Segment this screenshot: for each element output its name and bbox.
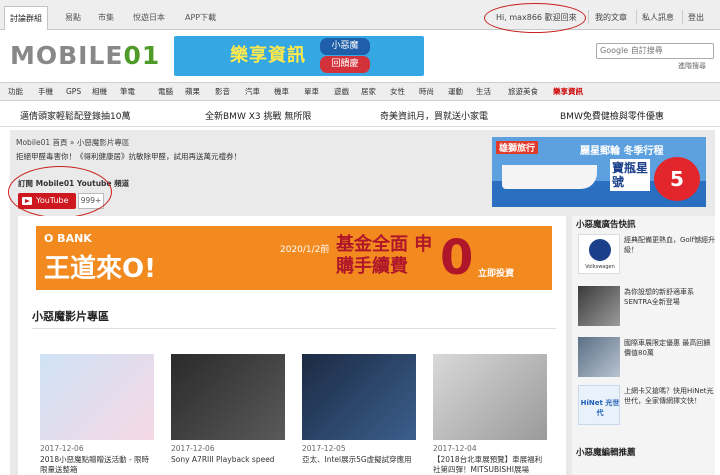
- nav-item[interactable]: 汽車: [245, 83, 260, 101]
- logout-link[interactable]: 登出: [688, 8, 704, 28]
- sidebar-ad-item[interactable]: 為你設想的新舒適車系SENTRA全新登場: [578, 286, 714, 326]
- video-date: 2017-12-04: [433, 444, 477, 453]
- nav-item[interactable]: 功能: [8, 83, 23, 101]
- logo-text: MOBILE: [10, 41, 124, 70]
- nav-item[interactable]: 影音: [215, 83, 230, 101]
- video-date: 2017-12-06: [171, 444, 215, 453]
- separator: [682, 10, 683, 24]
- nav-item-highlight[interactable]: 樂享資訊: [553, 83, 583, 101]
- bank-headline: 基金全面 申購手續費: [336, 234, 433, 277]
- section-title: 小惡魔影片專區: [32, 310, 109, 323]
- nav-item[interactable]: 手機: [38, 83, 53, 101]
- sidebar-ad-text[interactable]: 經典配備更熱血，Golf憾經升級！: [624, 235, 716, 255]
- hinet-logo-icon: HiNet 光世代: [578, 385, 620, 425]
- banner-title: 樂享資訊: [230, 45, 306, 66]
- tab-forum[interactable]: 討論群組: [4, 6, 48, 30]
- annotation-circle-youtube: [8, 166, 112, 218]
- banner-badge-2: 回饋慶: [320, 56, 370, 73]
- breadcrumb[interactable]: Mobile01 首頁 » 小惡魔影片專區: [16, 137, 129, 148]
- tab-japan[interactable]: 悅遊日本: [128, 8, 170, 28]
- logo-mark: 01: [123, 41, 161, 70]
- sidebar-title: 小惡魔廣告快訊: [576, 220, 636, 230]
- sidebar-ad-item[interactable]: HiNet 光世代 上網卡又搶嗎？快用HiNet光世代，全家傳網擇文快！: [578, 385, 714, 425]
- promo-link[interactable]: 奇美資訊月，買就送小家電: [380, 109, 488, 122]
- video-title[interactable]: 【2018台北車展預覽】車展福利社第四彈！MITSUBISHI展場: [433, 455, 549, 475]
- nav-item[interactable]: 電腦: [158, 83, 173, 101]
- promo-link[interactable]: BMW免費健檢與零件優惠: [560, 109, 664, 122]
- video-title[interactable]: 亞太、Intel展示5G虛擬試穿應用: [302, 455, 418, 465]
- search-input[interactable]: Google 自訂搜尋: [596, 43, 714, 59]
- cruise-ship-name: 寶瓶星號: [610, 159, 650, 191]
- nav-item[interactable]: 旅遊美食: [508, 83, 538, 101]
- cruise-headline: 麗星郵輪 冬季行程: [580, 146, 664, 157]
- site-logo[interactable]: MOBILE01: [10, 41, 160, 70]
- video-thumbnail[interactable]: [433, 354, 547, 440]
- sidebar-ad-text[interactable]: 為你設想的新舒適車系SENTRA全新登場: [624, 287, 716, 307]
- bank-brand: O BANK: [44, 232, 92, 245]
- sidebar-ad-item[interactable]: Volkswagen 經典配備更熱血，Golf憾經升級！: [578, 234, 716, 274]
- bank-slogan: 王道來O!: [44, 254, 156, 284]
- nav-item[interactable]: 女性: [390, 83, 405, 101]
- video-thumbnail[interactable]: [171, 354, 285, 440]
- top-bar: 討論群組 易點 市集 悅遊日本 APP下載 Hi, max866 歡迎回來 我的…: [0, 0, 720, 30]
- cruise-brand: 雄獅旅行: [496, 141, 539, 154]
- nav-item[interactable]: 生活: [476, 83, 491, 101]
- messages-link[interactable]: 私人訊息: [642, 8, 674, 28]
- car-thumbnail: [578, 337, 620, 377]
- nav-item[interactable]: 機車: [274, 83, 289, 101]
- promo-link[interactable]: 全新BMW X3 挑戰 無所限: [205, 109, 311, 122]
- sidebar-ad-text[interactable]: 國際車展限定優惠 最高回饋價值80萬: [624, 338, 716, 358]
- tab-market[interactable]: 市集: [93, 8, 119, 28]
- page-root: 討論群組 易點 市集 悅遊日本 APP下載 Hi, max866 歡迎回來 我的…: [0, 0, 720, 475]
- bank-ad[interactable]: O BANK 王道來O! 2020/1/2前 基金全面 申購手續費 0 立即投資: [36, 226, 552, 290]
- nav-item[interactable]: 相機: [92, 83, 107, 101]
- separator: [636, 10, 637, 24]
- volkswagen-logo-icon: Volkswagen: [578, 234, 620, 274]
- video-date: 2017-12-05: [302, 444, 346, 453]
- promo-link[interactable]: 邁倩頭家輕鬆配登錄抽10萬: [20, 109, 130, 122]
- video-title[interactable]: Sony A7RIII Playback speed: [171, 455, 287, 465]
- separator: [588, 10, 589, 24]
- category-nav: 功能 手機 GPS 相機 筆電 電腦 蘋果 影音 汽車 機車 單車 遊戲 居家 …: [0, 82, 720, 101]
- cruise-badge: 5: [654, 157, 700, 201]
- nav-item[interactable]: 蘋果: [185, 83, 200, 101]
- tab-easy[interactable]: 易點: [60, 8, 86, 28]
- bank-date: 2020/1/2前: [280, 245, 330, 255]
- sidebar-brand-label: HiNet 光世代: [580, 399, 620, 417]
- advanced-search-link[interactable]: 進階搜尋: [678, 61, 706, 71]
- video-thumbnail[interactable]: [40, 354, 154, 440]
- banner-badge-1: 小惡魔: [320, 38, 370, 55]
- sidebar-brand-label: Volkswagen: [585, 264, 615, 270]
- promo-row: 邁倩頭家輕鬆配登錄抽10萬 全新BMW X3 挑戰 無所限 奇美資訊月，買就送小…: [0, 103, 720, 127]
- ship-image: [502, 165, 597, 189]
- video-date: 2017-12-06: [40, 444, 84, 453]
- annotation-circle-welcome: [484, 3, 586, 33]
- nav-item[interactable]: 筆電: [120, 83, 135, 101]
- sidebar-ad-text[interactable]: 上網卡又搶嗎？快用HiNet光世代，全家傳網擇文快！: [624, 386, 716, 406]
- top-banner-ad[interactable]: 樂享資訊 小惡魔 回饋慶: [174, 36, 424, 76]
- tab-app[interactable]: APP下載: [180, 8, 221, 28]
- nav-item[interactable]: GPS: [66, 83, 81, 101]
- sidebar-title-2: 小惡魔編輯推薦: [576, 448, 636, 458]
- nav-item[interactable]: 單車: [304, 83, 319, 101]
- bank-zero: 0: [440, 230, 474, 286]
- notice-link[interactable]: 拒絕甲醛毒害你！《得利健康居》抗敏除甲醛，試用再送萬元禮券！: [16, 151, 241, 162]
- car-thumbnail: [578, 286, 620, 326]
- nav-item[interactable]: 居家: [361, 83, 376, 101]
- video-thumbnail[interactable]: [302, 354, 416, 440]
- sidebar-ad-item[interactable]: 國際車展限定優惠 最高回饋價值80萬: [578, 337, 714, 377]
- section-divider: [32, 328, 556, 329]
- nav-item[interactable]: 運動: [448, 83, 463, 101]
- nav-item[interactable]: 時尚: [419, 83, 434, 101]
- cruise-ad[interactable]: 雄獅旅行 麗星郵輪 冬季行程 寶瓶星號 5: [492, 137, 706, 207]
- nav-item[interactable]: 遊戲: [334, 83, 349, 101]
- video-title[interactable]: 2018小惡魔點贈贈送活動 - 限時限量送整箱: [40, 455, 156, 475]
- bank-cta[interactable]: 立即投資: [478, 266, 514, 279]
- my-posts-link[interactable]: 我的文章: [595, 8, 627, 28]
